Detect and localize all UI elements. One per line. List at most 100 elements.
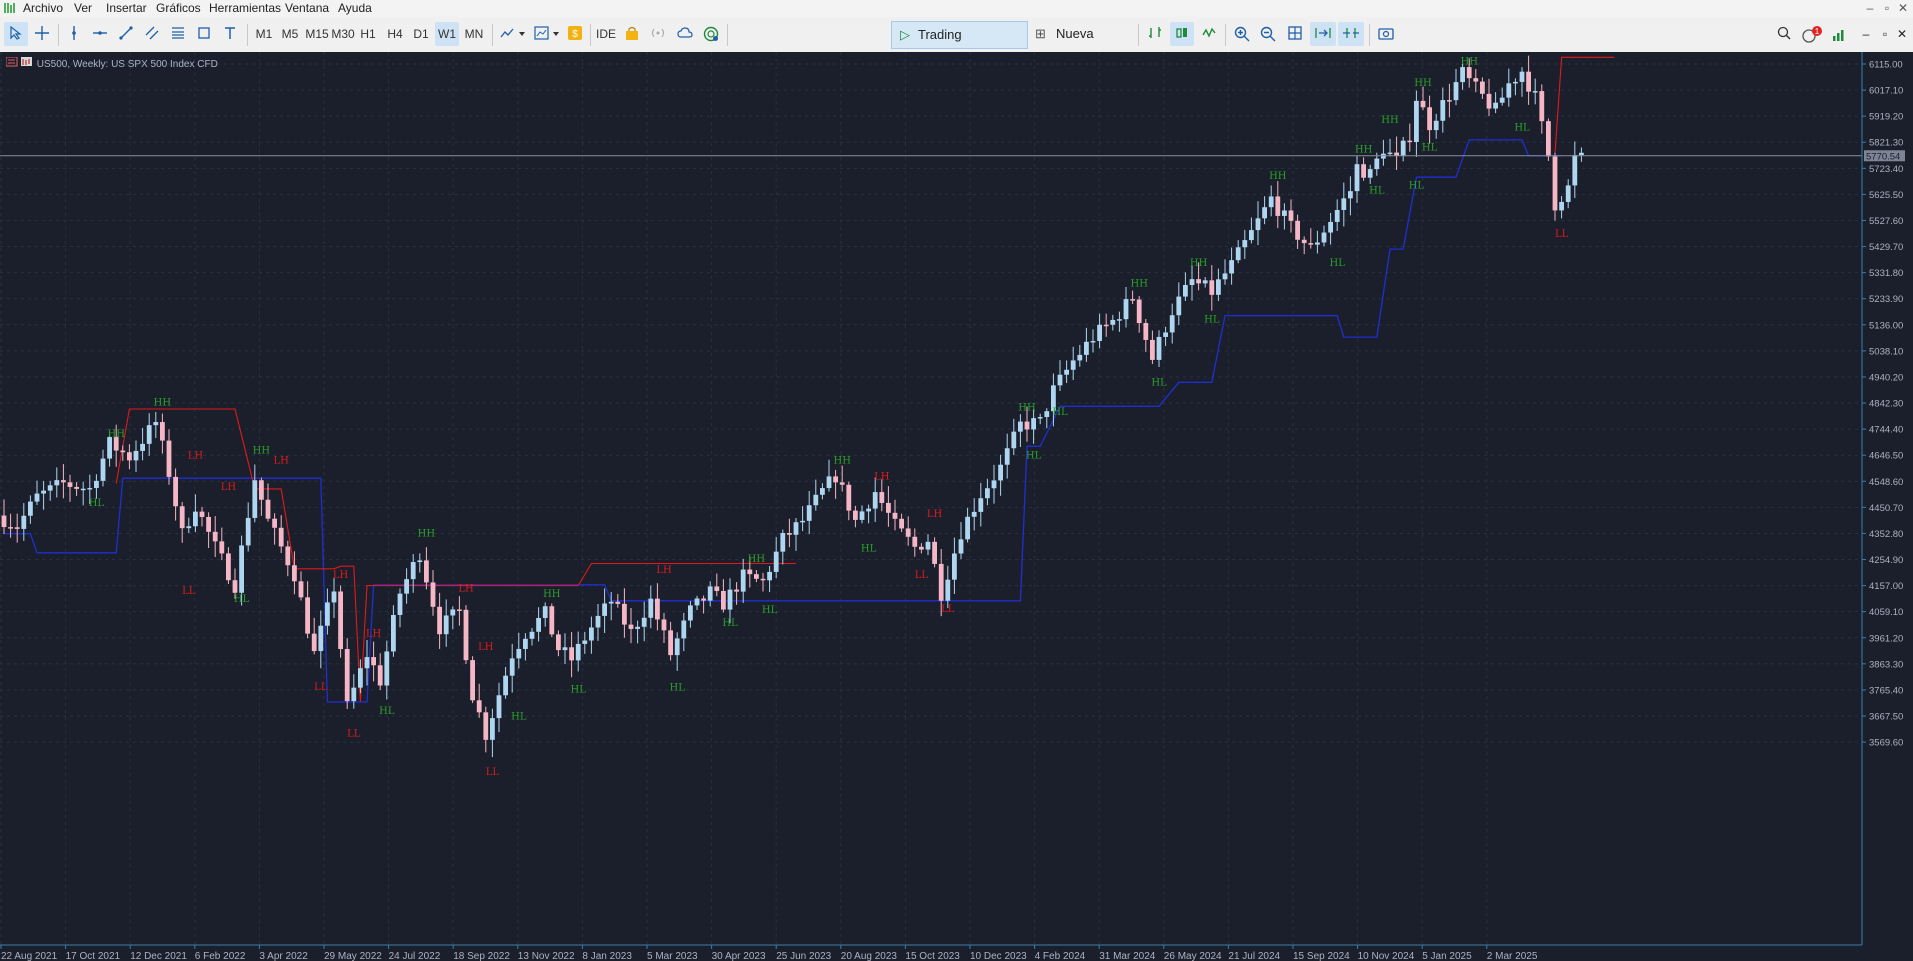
candlestick-icon[interactable] bbox=[1170, 22, 1194, 46]
trendline-tool-icon[interactable] bbox=[114, 22, 138, 46]
swing-label-hl: HL bbox=[1369, 185, 1385, 196]
vps-icon[interactable] bbox=[699, 22, 723, 46]
time-axis-label: 6 Feb 2022 bbox=[195, 951, 246, 961]
plus-icon: ⊞ bbox=[1035, 26, 1046, 41]
swing-label-lh: LH bbox=[927, 509, 943, 520]
line-chart-icon[interactable] bbox=[1197, 22, 1221, 46]
new-order-button[interactable]: ⊞ Nueva Orden bbox=[1032, 21, 1132, 67]
swing-label-hl: HL bbox=[762, 605, 778, 616]
restore-chart-icon[interactable]: ▫ bbox=[1876, 22, 1894, 46]
price-axis-label: 5723.40 bbox=[1869, 164, 1903, 175]
minimize-icon[interactable]: – bbox=[1862, 0, 1878, 16]
search-icon[interactable] bbox=[1772, 22, 1796, 46]
fibonacci-tool-icon[interactable] bbox=[166, 22, 190, 46]
timeframe-m5[interactable]: M5 bbox=[278, 22, 302, 46]
vertical-line-tool-icon[interactable] bbox=[62, 22, 86, 46]
menu-ayuda[interactable]: Ayuda bbox=[338, 1, 372, 16]
bearish-candle bbox=[463, 605, 469, 664]
time-axis-label: 21 Jul 2024 bbox=[1228, 951, 1280, 961]
time-axis-label: 26 May 2024 bbox=[1164, 951, 1222, 961]
timeframe-d1[interactable]: D1 bbox=[409, 22, 433, 46]
price-axis-label: 3863.30 bbox=[1869, 659, 1903, 670]
time-axis-label: 29 May 2022 bbox=[324, 951, 382, 961]
crosshair-tool-icon[interactable] bbox=[30, 22, 54, 46]
swing-label-hl: HL bbox=[1330, 258, 1346, 269]
ide-button[interactable]: IDE bbox=[594, 22, 618, 46]
menu-archivo[interactable]: Archivo bbox=[23, 1, 63, 16]
zoom-in-icon[interactable] bbox=[1230, 22, 1254, 46]
timeframe-mn[interactable]: MN bbox=[461, 22, 487, 46]
timeframe-m15[interactable]: M15 bbox=[304, 22, 330, 46]
auto-scroll-icon[interactable] bbox=[1310, 22, 1336, 46]
text-tool-icon[interactable] bbox=[218, 22, 242, 46]
swing-label-hh: HH bbox=[1381, 115, 1399, 126]
swing-label-hh: HH bbox=[1190, 258, 1208, 269]
indicators-icon[interactable] bbox=[531, 22, 563, 46]
price-axis-label: 4548.60 bbox=[1869, 477, 1903, 488]
minimize-chart-icon[interactable]: – bbox=[1856, 22, 1876, 46]
chart-symbol-title: US500, Weekly: US SPX 500 Index CFD bbox=[36, 59, 218, 70]
price-axis-label: 4157.00 bbox=[1869, 581, 1903, 592]
menu-ver[interactable]: Ver bbox=[74, 1, 92, 16]
cursor-tool-icon[interactable] bbox=[4, 22, 28, 46]
signal-icon[interactable] bbox=[647, 22, 669, 46]
swing-label-lh: LH bbox=[274, 456, 290, 467]
menu-herramientas[interactable]: Herramientas bbox=[209, 1, 281, 16]
notifications-icon[interactable]: 1 bbox=[1800, 22, 1826, 46]
price-axis-label: 5331.80 bbox=[1869, 268, 1903, 279]
swing-label-ll: LL bbox=[941, 604, 955, 615]
time-axis-label: 10 Dec 2023 bbox=[970, 951, 1027, 961]
cloud-icon[interactable] bbox=[673, 22, 697, 46]
price-chart[interactable]: HHHLHHLHLLLHHLHHLHLLLHLLLHHLHHLHLLLHHLHH… bbox=[0, 52, 1913, 961]
tile-windows-icon[interactable] bbox=[1283, 22, 1307, 46]
price-axis-label: 4059.10 bbox=[1869, 607, 1903, 618]
close-chart-icon[interactable]: ✕ bbox=[1893, 22, 1911, 46]
equidistant-channel-icon[interactable] bbox=[140, 22, 164, 46]
toolbar: M1 M5 M15 M30 H1 H4 D1 W1 MN $ IDE ▷ Tra… bbox=[0, 17, 1913, 68]
market-bag-icon[interactable] bbox=[621, 22, 643, 46]
chart-shift-icon[interactable] bbox=[1338, 22, 1364, 46]
screenshot-icon[interactable] bbox=[1374, 22, 1398, 46]
timeframe-w1[interactable]: W1 bbox=[435, 22, 459, 46]
chart-area[interactable]: HH HL HH LH LL LH HL HH LH LL LH LL LH HL HH LH LL LH HL HH… bbox=[0, 52, 1913, 961]
menu-insertar[interactable]: Insertar bbox=[106, 1, 147, 16]
bearish-candle bbox=[549, 603, 555, 638]
svg-text:$: $ bbox=[572, 29, 578, 40]
swing-label-hl: HL bbox=[1514, 123, 1530, 134]
time-axis-label: 5 Jan 2025 bbox=[1422, 951, 1472, 961]
swing-label-ll: LL bbox=[486, 767, 500, 778]
timeframe-m1[interactable]: M1 bbox=[252, 22, 276, 46]
swing-label-hh: HH bbox=[1269, 171, 1287, 182]
signal-strength-icon[interactable] bbox=[1828, 22, 1850, 46]
horizontal-line-tool-icon[interactable] bbox=[88, 22, 112, 46]
chart-type-icon[interactable] bbox=[497, 22, 529, 46]
app-logo-icon bbox=[4, 1, 16, 15]
time-axis-label: 2 Mar 2025 bbox=[1487, 951, 1538, 961]
menu-ventana[interactable]: Ventana bbox=[285, 1, 329, 16]
time-axis-label: 3 Apr 2022 bbox=[259, 951, 308, 961]
swing-label-ll: LL bbox=[1555, 229, 1569, 240]
bar-chart-icon[interactable] bbox=[1143, 22, 1167, 46]
timeframe-h1[interactable]: H1 bbox=[356, 22, 380, 46]
time-axis-label: 8 Jan 2023 bbox=[582, 951, 632, 961]
current-price-tag: 5770.54 bbox=[1864, 150, 1905, 162]
timeframe-m30[interactable]: M30 bbox=[330, 22, 356, 46]
menu-graficos[interactable]: Gráficos bbox=[156, 1, 201, 16]
algo-trading-button[interactable]: ▷ Trading algorítmico bbox=[891, 21, 1028, 68]
timeframe-h4[interactable]: H4 bbox=[383, 22, 407, 46]
price-axis-label: 3569.60 bbox=[1869, 738, 1903, 749]
price-axis-label: 5821.30 bbox=[1869, 138, 1903, 149]
shapes-tool-icon[interactable] bbox=[192, 22, 216, 46]
time-axis-label: 25 Jun 2023 bbox=[776, 951, 831, 961]
swing-label-hl: HL bbox=[1052, 407, 1068, 418]
swing-label-hl: HL bbox=[1204, 314, 1220, 325]
dollar-icon[interactable]: $ bbox=[565, 22, 585, 46]
time-axis-label: 31 Mar 2024 bbox=[1099, 951, 1156, 961]
close-icon[interactable]: ✕ bbox=[1895, 0, 1911, 16]
restore-icon[interactable]: ▫ bbox=[1879, 0, 1895, 16]
zoom-out-icon[interactable] bbox=[1256, 22, 1280, 46]
swing-label-hl: HL bbox=[379, 706, 395, 717]
swing-label-hh: HH bbox=[154, 398, 172, 409]
swing-label-lh: LH bbox=[221, 482, 237, 493]
price-axis-label: 4940.20 bbox=[1869, 372, 1903, 383]
